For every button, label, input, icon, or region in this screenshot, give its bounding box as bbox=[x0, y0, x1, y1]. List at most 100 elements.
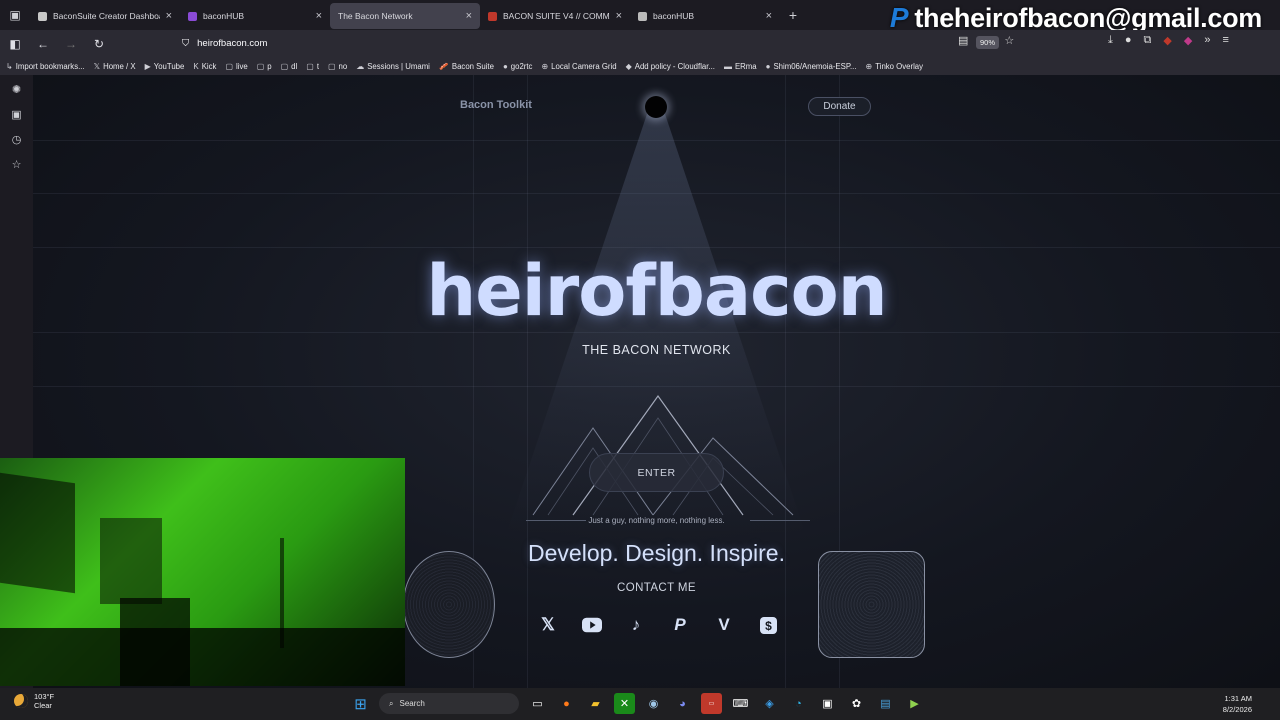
bookmark-label: no bbox=[338, 61, 348, 71]
sidebar-toggle-icon[interactable]: ◧ bbox=[8, 37, 22, 51]
ai-chat-icon[interactable]: ✺ bbox=[12, 83, 21, 96]
bookmark-item[interactable]: ⊕ Local Camera Grid bbox=[541, 62, 616, 71]
task-view-icon[interactable]: ▭ bbox=[527, 693, 548, 714]
app-icon[interactable]: ▶ bbox=[904, 693, 925, 714]
clock-date: 8/2/2026 bbox=[1222, 705, 1252, 714]
downloads-icon[interactable]: ⤓ bbox=[1108, 34, 1113, 47]
history-icon[interactable]: ◷ bbox=[12, 133, 22, 146]
app-icon[interactable]: ▭ bbox=[701, 693, 722, 714]
bookmark-icon: ⊕ bbox=[541, 61, 549, 71]
email-text: theheirofbacon@gmail.com bbox=[914, 2, 1262, 33]
terminal-icon[interactable]: ⌨ bbox=[730, 693, 751, 714]
tab-close-icon[interactable]: × bbox=[166, 10, 172, 22]
bookmark-item[interactable]: ▢ live bbox=[225, 62, 247, 71]
monitor-shape bbox=[0, 472, 75, 594]
venmo-icon[interactable]: V bbox=[714, 615, 734, 635]
firefox-icon[interactable]: ● bbox=[556, 693, 577, 714]
back-button[interactable]: ← bbox=[36, 37, 50, 51]
bookmark-item[interactable]: ▢ p bbox=[257, 62, 272, 71]
bookmark-label: Add policy - Cloudflar... bbox=[634, 61, 715, 71]
bookmark-item[interactable]: ↳ Import bookmarks... bbox=[6, 62, 85, 71]
reload-button[interactable]: ↻ bbox=[92, 37, 106, 51]
tab-0[interactable]: BaconSuite Creator Dashboard × bbox=[30, 3, 180, 29]
cashapp-icon[interactable]: $ bbox=[758, 615, 778, 635]
bookmark-label: Kick bbox=[201, 61, 217, 71]
bookmark-item[interactable]: ⊕ Tinko Overlay bbox=[866, 62, 924, 71]
xbox-icon[interactable]: ✕ bbox=[614, 693, 635, 714]
weather-widget[interactable]: 103°F Clear bbox=[14, 692, 54, 710]
bookmark-item[interactable]: 𝕏 Home / X bbox=[94, 62, 136, 71]
tab-close-icon[interactable]: × bbox=[766, 10, 772, 22]
menu-icon[interactable]: ≡ bbox=[1222, 34, 1228, 47]
bookmark-item[interactable]: ▬ ERma bbox=[724, 62, 757, 71]
bookmark-label: live bbox=[236, 61, 248, 71]
discord-icon[interactable]: ◕ bbox=[672, 693, 693, 714]
bookmark-star-icon[interactable]: ☆ bbox=[1004, 34, 1014, 47]
tab-4[interactable]: baconHUB × bbox=[630, 3, 780, 29]
vscode-icon[interactable]: ◈ bbox=[759, 693, 780, 714]
enter-button[interactable]: ENTER bbox=[589, 453, 724, 492]
overflow-icon[interactable]: » bbox=[1204, 34, 1210, 47]
windows-start-icon[interactable]: ⊞ bbox=[350, 693, 371, 714]
tab-close-icon[interactable]: × bbox=[616, 10, 622, 22]
bookmark-item[interactable]: ▢ t bbox=[306, 62, 319, 71]
bookmark-item[interactable]: ◆ Add policy - Cloudflar... bbox=[626, 62, 715, 71]
app-icon[interactable]: ▤ bbox=[875, 693, 896, 714]
bookmark-label: go2rtc bbox=[510, 61, 533, 71]
paypal-icon[interactable]: P bbox=[670, 615, 690, 635]
bookmark-item[interactable]: ▶ YouTube bbox=[145, 62, 185, 71]
bookmark-icon: ▬ bbox=[723, 61, 732, 71]
extensions-icon[interactable]: ⧉ bbox=[1144, 34, 1152, 47]
weather-temp: 103°F bbox=[34, 692, 55, 701]
taskbar-search[interactable]: ⌕ Search bbox=[379, 693, 519, 714]
extension-icon[interactable]: ◆ bbox=[1184, 34, 1192, 47]
tab-close-icon[interactable]: × bbox=[316, 10, 322, 22]
bookmarks-icon[interactable]: ☆ bbox=[12, 158, 22, 171]
new-tab-button[interactable]: + bbox=[780, 7, 806, 23]
hero-subtitle: THE BACON NETWORK bbox=[582, 343, 731, 357]
edge-icon[interactable]: ◔ bbox=[788, 693, 809, 714]
brand-link[interactable]: Bacon Toolkit bbox=[460, 99, 532, 111]
steam-icon[interactable]: ◉ bbox=[643, 693, 664, 714]
shield-icon: ⛉ bbox=[182, 37, 190, 49]
youtube-icon[interactable] bbox=[582, 615, 602, 635]
bookmark-label: p bbox=[267, 61, 272, 71]
bookmark-item[interactable]: ☁ Sessions | Umami bbox=[356, 62, 430, 71]
tab-list-icon[interactable]: ▣ bbox=[0, 0, 30, 30]
tab-close-icon[interactable]: × bbox=[466, 10, 472, 22]
tiktok-icon[interactable]: ♪ bbox=[626, 615, 646, 635]
decorative-disc bbox=[403, 551, 495, 658]
bookmark-icon: ● bbox=[502, 61, 508, 71]
tab-1[interactable]: baconHUB × bbox=[180, 3, 330, 29]
tab-2[interactable]: The Bacon Network × bbox=[330, 3, 480, 29]
reader-view-icon[interactable]: ▤ bbox=[958, 34, 968, 47]
bookmark-item[interactable]: ● go2rtc bbox=[503, 62, 533, 71]
system-clock[interactable]: 1:31 AM 8/2/2026 bbox=[1223, 693, 1252, 715]
search-label: Search bbox=[399, 699, 425, 708]
x-icon[interactable]: 𝕏 bbox=[538, 615, 558, 635]
ublock-icon[interactable]: ◆ bbox=[1163, 34, 1171, 47]
tab-title: baconHUB bbox=[203, 11, 245, 21]
bookmark-item[interactable]: ▢ dl bbox=[281, 62, 298, 71]
bookmark-icon: ● bbox=[765, 61, 771, 71]
forward-button[interactable]: → bbox=[64, 37, 78, 51]
portrait-frame bbox=[100, 518, 162, 604]
account-icon[interactable]: ● bbox=[1125, 34, 1132, 47]
bookmark-label: dl bbox=[291, 61, 298, 71]
address-bar[interactable]: ⛉ heirofbacon.com bbox=[176, 33, 1028, 53]
bookmark-item[interactable]: ● Shim06/Anemoia-ESP... bbox=[766, 62, 857, 71]
tab-favicon bbox=[638, 11, 647, 21]
bookmark-item[interactable]: ▢ no bbox=[328, 62, 347, 71]
bookmark-item[interactable]: 🥓 Bacon Suite bbox=[439, 62, 494, 71]
tab-favicon bbox=[488, 11, 497, 21]
file-explorer-icon[interactable]: ▰ bbox=[585, 693, 606, 714]
app-icon[interactable]: ▣ bbox=[817, 693, 838, 714]
chatgpt-icon[interactable]: ✿ bbox=[846, 693, 867, 714]
grid-line bbox=[785, 75, 786, 688]
tab-3[interactable]: BACON SUITE V4 // COMMAND × bbox=[480, 3, 630, 29]
zoom-indicator[interactable]: 90% bbox=[976, 36, 1000, 49]
url-text: heirofbacon.com bbox=[197, 37, 268, 49]
donate-button[interactable]: Donate bbox=[808, 97, 871, 116]
bookmark-item[interactable]: K Kick bbox=[193, 62, 216, 71]
synced-tabs-icon[interactable]: ▣ bbox=[11, 108, 21, 121]
